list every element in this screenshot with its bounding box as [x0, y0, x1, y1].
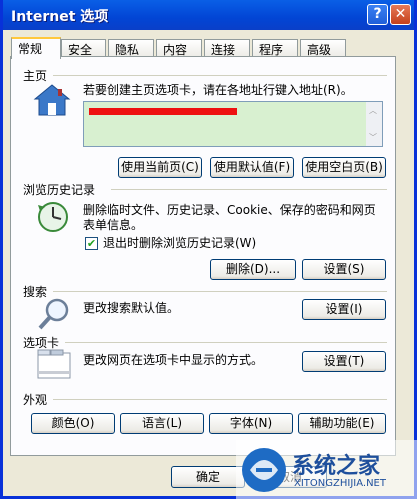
- use-blank-button[interactable]: 使用空白页(B): [302, 157, 386, 178]
- use-default-button[interactable]: 使用默认值(F): [210, 157, 294, 178]
- appearance-section-title: 外观: [23, 393, 48, 407]
- window-title: Internet 选项: [11, 9, 109, 25]
- home-address-input[interactable]: ︿ ﹀: [83, 101, 383, 147]
- tab-general[interactable]: 常规: [11, 37, 61, 59]
- delete-history-button[interactable]: 删除(D)...: [210, 259, 296, 280]
- search-icon: [37, 297, 71, 334]
- tab-privacy[interactable]: 隐私: [108, 39, 154, 57]
- search-description: 更改搜索默认值。: [83, 301, 180, 315]
- search-settings-button[interactable]: 设置(I): [302, 299, 386, 320]
- tab-programs[interactable]: 程序: [252, 39, 298, 57]
- divider: [53, 399, 387, 400]
- delete-on-exit-checkbox[interactable]: ✔: [85, 237, 98, 250]
- address-scrollbar[interactable]: ︿ ﹀: [366, 102, 382, 146]
- history-section-title: 浏览历史记录: [23, 183, 96, 197]
- history-description-line2: 表单信息。: [83, 218, 144, 232]
- tabs-settings-button[interactable]: 设置(T): [302, 351, 386, 372]
- tab-security[interactable]: 安全: [61, 39, 106, 57]
- watermark-logo: 系统之家 XITONGZHIJIA.NET: [236, 440, 417, 499]
- general-tab-panel: 主页 若要创建主页选项卡，请在各地址行键入地址(R)。 ︿ ﹀ 使用当前页(C)…: [10, 56, 396, 456]
- tab-content[interactable]: 内容: [156, 39, 202, 57]
- tabs-description: 更改网页在选项卡中显示的方式。: [83, 353, 264, 367]
- colors-button[interactable]: 颜色(O): [31, 413, 115, 434]
- delete-on-exit-label: 退出时删除浏览历史记录(W): [103, 236, 257, 250]
- tab-advanced[interactable]: 高级: [300, 39, 346, 57]
- scroll-down-icon[interactable]: ﹀: [369, 132, 377, 143]
- scroll-up-icon[interactable]: ︿: [369, 105, 377, 116]
- use-current-button[interactable]: 使用当前页(C): [118, 157, 202, 178]
- internet-options-dialog: Internet 选项 ? ✕ 常规 安全 隐私 内容 连接 程序 高级 主页 …: [0, 0, 417, 499]
- tabs-icon: [37, 349, 71, 382]
- divider: [111, 189, 387, 190]
- history-icon: [37, 201, 69, 236]
- languages-button[interactable]: 语言(L): [120, 413, 204, 434]
- divider: [53, 291, 387, 292]
- redacted-address: [89, 108, 237, 115]
- home-description: 若要创建主页选项卡，请在各地址行键入地址(R)。: [83, 83, 353, 97]
- title-bar[interactable]: Internet 选项 ? ✕: [3, 0, 414, 30]
- close-button[interactable]: ✕: [390, 4, 411, 25]
- ok-button[interactable]: 确定: [171, 466, 245, 488]
- watermark-url: XITONGZHIJIA.NET: [294, 478, 386, 489]
- divider: [53, 75, 387, 76]
- history-description-line1: 删除临时文件、历史记录、Cookie、保存的密码和网页: [83, 203, 376, 217]
- fonts-button[interactable]: 字体(N): [209, 413, 293, 434]
- divider: [65, 342, 387, 343]
- tab-strip: 常规 安全 隐私 内容 连接 程序 高级: [11, 37, 411, 59]
- home-section-title: 主页: [23, 69, 48, 83]
- watermark-text: 系统之家: [292, 454, 381, 479]
- help-button[interactable]: ?: [367, 4, 388, 25]
- home-icon: [33, 83, 71, 120]
- history-settings-button[interactable]: 设置(S): [302, 259, 386, 280]
- tab-connections[interactable]: 连接: [204, 39, 250, 57]
- accessibility-button[interactable]: 辅助功能(E): [298, 413, 386, 434]
